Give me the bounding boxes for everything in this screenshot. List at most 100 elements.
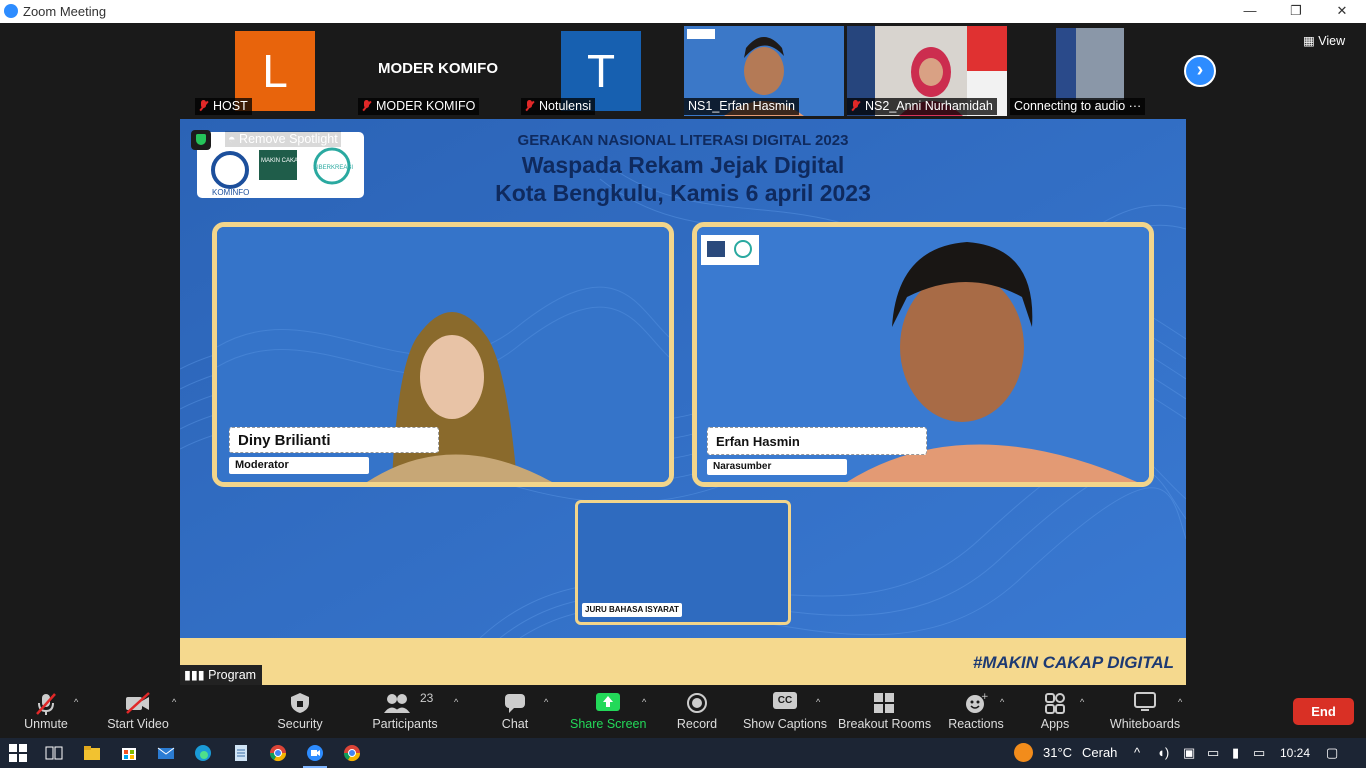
weather-sun-icon[interactable] <box>1014 743 1033 762</box>
network-icon[interactable]: ▭ <box>1253 745 1265 761</box>
video-options-caret[interactable]: ^ <box>172 697 176 707</box>
mic-muted-icon <box>851 100 860 111</box>
chat-button[interactable]: Chat <box>490 685 540 738</box>
share-screen-icon <box>596 693 620 711</box>
participants-options-caret[interactable]: ^ <box>454 697 458 707</box>
participant-tile-connecting[interactable]: Connecting to audio ··· <box>1010 26 1170 116</box>
share-options-caret[interactable]: ^ <box>642 697 646 707</box>
apps-options-caret[interactable]: ^ <box>1080 697 1084 707</box>
participant-name-label: MODER KOMIFO <box>358 98 480 115</box>
window-title-bar: Zoom Meeting — ❐ ✕ <box>0 0 1366 23</box>
chrome-icon[interactable] <box>269 744 287 762</box>
remove-spotlight-button[interactable]: ◓ Remove Spotlight <box>225 131 341 147</box>
unmute-button[interactable]: Unmute <box>14 685 78 738</box>
window-title: Zoom Meeting <box>23 4 107 19</box>
share-screen-button[interactable]: Share Screen <box>570 685 646 738</box>
speaker-name-tag: Erfan Hasmin <box>707 427 927 455</box>
participant-tile-ns2[interactable]: NS2_Anni Nurhamidah <box>847 26 1007 116</box>
chevron-right-icon: › <box>1196 59 1204 81</box>
speaker-role-tag: Narasumber <box>707 459 847 475</box>
zoom-taskbar-icon[interactable] <box>306 744 324 762</box>
next-page-button[interactable]: › <box>1184 55 1216 87</box>
record-icon <box>687 693 707 713</box>
breakout-rooms-icon <box>874 693 894 713</box>
chat-options-caret[interactable]: ^ <box>544 697 548 707</box>
participant-tile-host[interactable]: L HOST <box>195 26 355 116</box>
store-icon[interactable] <box>120 744 138 762</box>
taskbar-clock[interactable]: 10:24 <box>1280 746 1310 760</box>
security-button[interactable]: Security <box>270 685 330 738</box>
weather-temperature[interactable]: 31°C <box>1043 745 1072 760</box>
moderator-frame: Diny Brilianti Moderator <box>212 222 674 487</box>
weather-condition[interactable]: Cerah <box>1082 745 1117 760</box>
minimize-button[interactable]: — <box>1227 0 1273 23</box>
participants-count: 23 <box>420 691 434 705</box>
mic-muted-icon <box>362 100 371 111</box>
whiteboards-options-caret[interactable]: ^ <box>1178 697 1182 707</box>
zoom-logo-icon <box>4 4 18 18</box>
windows-taskbar: 31°C Cerah ^ ◖) ▣ ▭ ▮ ▭ 10:24 ▢ <box>0 738 1366 768</box>
microphone-icon[interactable]: ▮ <box>1232 745 1239 761</box>
participant-name-label: HOST <box>195 98 252 115</box>
restore-button[interactable]: ❐ <box>1273 0 1319 23</box>
windows-start-icon[interactable] <box>9 744 27 762</box>
reactions-button[interactable]: + Reactions <box>946 685 1006 738</box>
notepad-icon[interactable] <box>232 744 250 762</box>
record-button[interactable]: Record <box>672 685 722 738</box>
captions-icon: CC <box>773 692 797 709</box>
meeting-toolbar: Unmute ^ Start Video ^ Security 23 Parti… <box>0 685 1366 738</box>
program-audio-label: ▮▮▮ Program <box>180 665 263 685</box>
logo-siberkreasi-text: SIBERKREASI <box>313 165 353 171</box>
shield-icon <box>291 693 309 713</box>
edge-icon[interactable] <box>194 744 212 762</box>
speaker-name-tag: Diny Brilianti <box>229 427 439 453</box>
person-icon: ◓ <box>228 132 236 146</box>
security-tray-icon[interactable]: ▣ <box>1183 745 1195 761</box>
interpreter-label: JURU BAHASA ISYARAT <box>582 603 682 617</box>
participant-display-name: MODER KOMIFO <box>378 60 498 77</box>
whiteboards-button[interactable]: Whiteboards <box>1104 685 1186 738</box>
reactions-options-caret[interactable]: ^ <box>1000 697 1004 707</box>
logo-kominfo-text: KOMINFO <box>212 188 249 197</box>
file-explorer-icon[interactable] <box>83 744 101 762</box>
mail-icon[interactable] <box>157 744 175 762</box>
participant-tile-ns1[interactable]: NS1_Erfan Hasmin <box>684 26 844 116</box>
shield-icon[interactable] <box>191 130 211 150</box>
video-off-icon <box>126 692 150 714</box>
apps-button[interactable]: Apps <box>1030 685 1080 738</box>
grid-view-icon: ▦ <box>1303 34 1315 48</box>
start-video-button[interactable]: Start Video <box>104 685 172 738</box>
close-button[interactable]: ✕ <box>1319 0 1365 23</box>
interpreter-frame: JURU BAHASA ISYARAT <box>575 500 791 625</box>
reactions-icon: + <box>966 692 988 713</box>
speaker-icon[interactable]: ◖) <box>1157 745 1169 760</box>
notifications-icon[interactable]: ▢ <box>1326 745 1338 761</box>
participant-name-label: NS1_Erfan Hasmin <box>684 98 799 115</box>
chat-icon <box>505 694 525 713</box>
participant-tile-notulensi[interactable]: T Notulensi <box>521 26 681 116</box>
battery-icon[interactable]: ▭ <box>1207 745 1219 761</box>
whiteboard-icon <box>1134 692 1156 711</box>
svg-text:+: + <box>981 692 988 702</box>
participant-name-label: Notulensi <box>521 98 596 115</box>
signal-icon: ▮▮▮ <box>184 668 205 682</box>
spotlight-video[interactable]: #MAKIN CAKAP DIGITAL GERAKAN NASIONAL LI… <box>180 119 1186 685</box>
chevron-up-icon[interactable]: ^ <box>1134 745 1140 760</box>
task-view-icon[interactable] <box>45 744 63 762</box>
speaker-role-tag: Moderator <box>229 457 369 474</box>
mic-muted-icon <box>36 693 56 715</box>
captions-options-caret[interactable]: ^ <box>816 697 820 707</box>
breakout-rooms-button[interactable]: Breakout Rooms <box>838 685 931 738</box>
participant-tile-moder-komifo[interactable]: MODER KOMIFO MODER KOMIFO <box>358 26 518 116</box>
mic-muted-icon <box>525 100 534 111</box>
view-button[interactable]: ▦ View <box>1303 33 1345 48</box>
show-captions-button[interactable]: CC Show Captions <box>742 685 828 738</box>
participants-button[interactable]: 23 Participants <box>370 685 440 738</box>
participant-name-label: Connecting to audio ··· <box>1010 98 1146 115</box>
participant-name-label: NS2_Anni Nurhamidah <box>847 98 997 115</box>
audio-options-caret[interactable]: ^ <box>74 697 78 707</box>
participants-icon <box>384 694 410 713</box>
hashtag-banner: #MAKIN CAKAP DIGITAL <box>972 653 1174 672</box>
chrome-icon[interactable] <box>343 744 361 762</box>
end-meeting-button[interactable]: End <box>1293 698 1354 725</box>
